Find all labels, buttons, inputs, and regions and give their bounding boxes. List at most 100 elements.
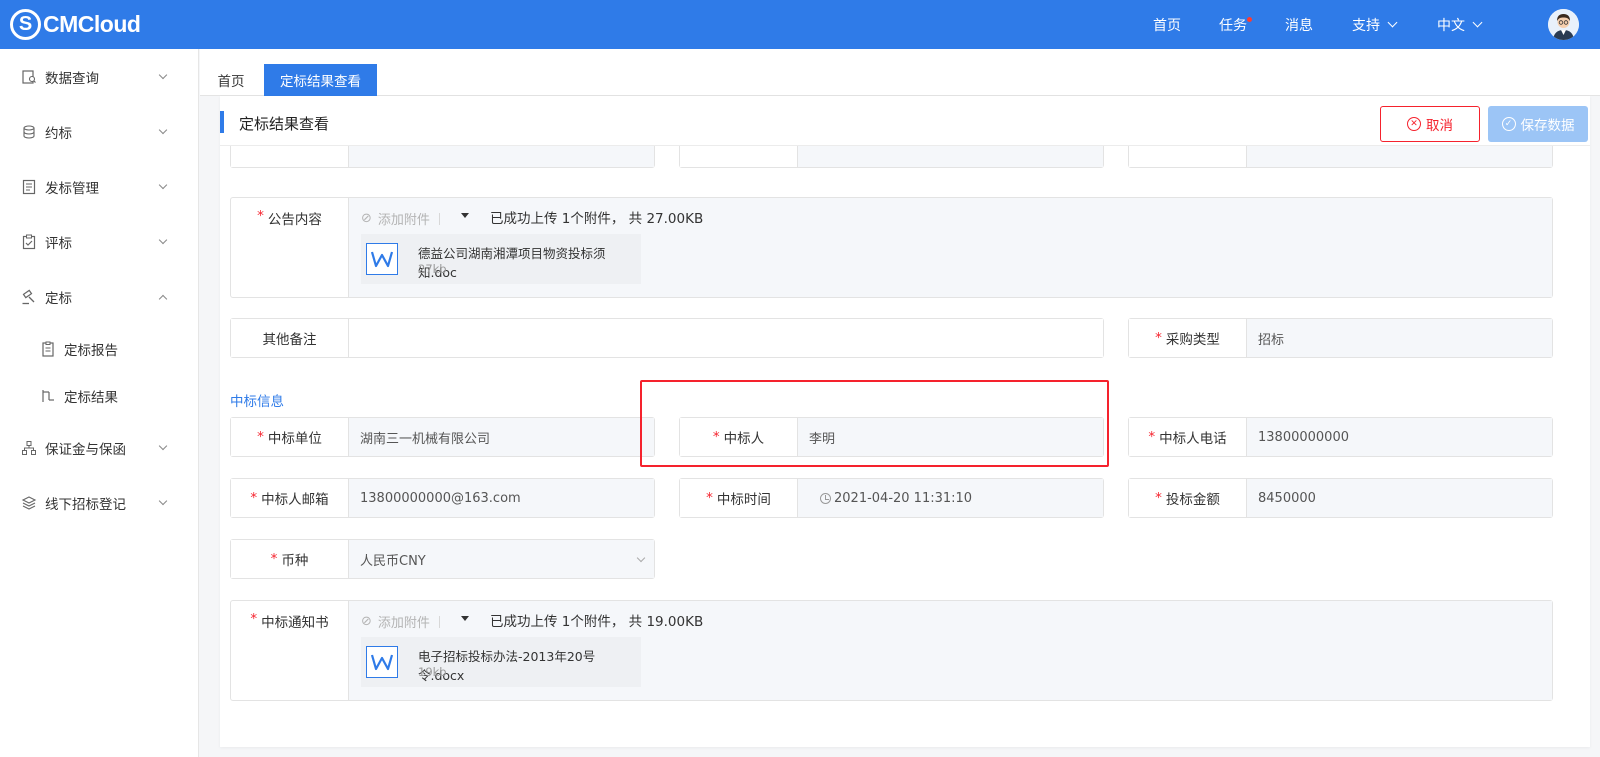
file-size: 27kb xyxy=(418,262,447,276)
currency-value: 人民币CNY xyxy=(360,553,426,569)
avatar[interactable] xyxy=(1548,9,1579,40)
sidebar: 数据查询 约标 发标管理 评标 定标 定标报告 定标结果 保证金与保函 线下招标… xyxy=(0,49,199,757)
sidebar-item-label: 约标 xyxy=(45,126,72,142)
main-content: 定标结果查看 ✕ 取消 ✓ 保存数据 * 公告内容 ⊘ 添加附件 已成功上传 1个… xyxy=(220,96,1590,747)
sidebar-item-label: 定标报告 xyxy=(64,343,118,359)
tab-bar: 首页 定标结果查看 xyxy=(200,49,1600,96)
winner-value: 李明 xyxy=(798,418,1103,456)
announcement-field: * 公告内容 ⊘ 添加附件 已成功上传 1个附件， 共 27.00KB 德益公司湖… xyxy=(230,197,1553,298)
win-time-field: * 中标时间 2021-04-20 11:31:10 xyxy=(679,478,1104,518)
org-chart-icon xyxy=(22,441,36,455)
winner-field: * 中标人 李明 xyxy=(679,417,1104,457)
other-notes-field: 其他备注 xyxy=(230,318,1104,358)
nav-tasks[interactable]: 任务 xyxy=(1219,0,1252,49)
add-attachment-label: 添加附件 xyxy=(377,616,430,631)
nav-support-label: 支持 xyxy=(1352,17,1380,34)
sidebar-item-evaluation[interactable]: 评标 xyxy=(0,222,199,262)
winner-email-field: * 中标人邮箱 13800000000@163.com xyxy=(230,478,655,518)
winner-phone-value: 13800000000 xyxy=(1247,418,1552,456)
upload-info: 已成功上传 1个附件， 共 19.00KB xyxy=(490,614,704,630)
sidebar-item-offline-registration[interactable]: 线下招标登记 xyxy=(0,483,199,523)
winning-unit-label: 中标单位 xyxy=(267,431,322,447)
caret-down-icon[interactable] xyxy=(461,213,469,218)
winner-phone-label: 中标人电话 xyxy=(1159,431,1227,447)
language-select[interactable]: 中文 xyxy=(1437,0,1483,49)
currency-select[interactable]: 人民币CNY xyxy=(349,540,654,578)
clipboard-check-icon xyxy=(22,234,36,250)
tab-award-result-view[interactable]: 定标结果查看 xyxy=(264,64,377,96)
chevron-down-icon xyxy=(158,180,168,190)
chevron-down-icon xyxy=(158,496,168,506)
currency-field: * 币种 人民币CNY xyxy=(230,539,655,579)
win-time-label: 中标时间 xyxy=(716,492,771,508)
chevron-down-icon xyxy=(1472,17,1483,28)
paperclip-icon: ⊘ xyxy=(361,211,372,226)
word-doc-icon xyxy=(366,243,398,275)
chevron-down-icon xyxy=(158,125,168,135)
other-notes-input[interactable] xyxy=(349,319,1103,357)
purchase-type-value: 招标 xyxy=(1247,319,1552,357)
file-name: 电子招标投标办法-2013年20号令.docx xyxy=(418,649,596,683)
sidebar-item-award[interactable]: 定标 xyxy=(0,277,199,317)
sidebar-item-award-report[interactable]: 定标报告 xyxy=(0,329,199,369)
clock-icon xyxy=(820,492,831,504)
win-time-value: 2021-04-20 11:31:10 xyxy=(834,490,973,506)
winning-unit-value: 湖南三一机械有限公司 xyxy=(349,418,654,456)
check-circle-icon: ✓ xyxy=(1501,117,1516,131)
attachment-file[interactable]: 德益公司湖南湘潭项目物资投标须知.doc 27kb xyxy=(361,234,641,284)
sidebar-item-data-query[interactable]: 数据查询 xyxy=(0,57,199,97)
sidebar-item-label: 定标结果 xyxy=(64,390,118,406)
nav-tasks-label: 任务 xyxy=(1219,17,1247,34)
cancel-button[interactable]: ✕ 取消 xyxy=(1380,106,1480,142)
gavel-icon xyxy=(22,289,35,305)
logo[interactable]: S CMCloud xyxy=(10,9,141,40)
nav-messages[interactable]: 消息 xyxy=(1285,0,1313,49)
user-avatar-icon xyxy=(1548,9,1579,40)
purchase-type-label: 采购类型 xyxy=(1165,332,1220,348)
add-attachment-button[interactable]: ⊘ 添加附件 xyxy=(361,209,440,228)
sidebar-item-deposit-guarantee[interactable]: 保证金与保函 xyxy=(0,428,199,468)
close-circle-icon: ✕ xyxy=(1407,117,1421,131)
paperclip-icon: ⊘ xyxy=(361,614,372,629)
purchase-type-field: * 采购类型 招标 xyxy=(1128,318,1553,358)
title-accent-bar xyxy=(220,111,224,133)
notification-dot xyxy=(1247,17,1252,22)
winning-unit-field: * 中标单位 湖南三一机械有限公司 xyxy=(230,417,655,457)
sidebar-item-label: 定标 xyxy=(45,291,72,307)
winner-label: 中标人 xyxy=(723,431,765,447)
file-name: 德益公司湖南湘潭项目物资投标须知.doc xyxy=(418,246,606,280)
sidebar-item-invite-bid[interactable]: 约标 xyxy=(0,112,199,152)
chevron-down-icon xyxy=(158,70,168,80)
winner-email-label: 中标人邮箱 xyxy=(261,492,329,508)
logo-mark: S xyxy=(10,9,41,40)
page-title: 定标结果查看 xyxy=(239,115,330,133)
coins-icon xyxy=(23,125,35,139)
save-label: 保存数据 xyxy=(1520,118,1575,134)
nav-home[interactable]: 首页 xyxy=(1153,0,1181,49)
top-navbar: S CMCloud 首页 任务 消息 支持 中文 xyxy=(0,0,1600,49)
sidebar-item-award-result[interactable]: 定标结果 xyxy=(0,376,199,416)
sidebar-item-label: 线下招标登记 xyxy=(45,497,126,513)
chevron-down-icon xyxy=(1387,17,1398,28)
sidebar-item-label: 数据查询 xyxy=(45,71,99,87)
award-notice-field: * 中标通知书 ⊘ 添加附件 已成功上传 1个附件， 共 19.00KB 电子招标… xyxy=(230,600,1553,701)
layers-icon xyxy=(21,496,37,510)
add-attachment-label: 添加附件 xyxy=(377,213,430,228)
chevron-up-icon xyxy=(158,294,168,304)
caret-down-icon[interactable] xyxy=(461,616,469,621)
chevron-down-icon xyxy=(158,235,168,245)
chevron-down-icon xyxy=(636,553,646,563)
attachment-file[interactable]: 电子招标投标办法-2013年20号令.docx 19kb xyxy=(361,637,641,687)
add-attachment-button[interactable]: ⊘ 添加附件 xyxy=(361,612,440,631)
word-doc-icon xyxy=(366,646,398,678)
sidebar-item-bid-management[interactable]: 发标管理 xyxy=(0,167,199,207)
page-header: 定标结果查看 ✕ 取消 ✓ 保存数据 xyxy=(220,96,1590,146)
save-button[interactable]: ✓ 保存数据 xyxy=(1488,106,1588,142)
winner-phone-field: * 中标人电话 13800000000 xyxy=(1128,417,1553,457)
file-size: 19kb xyxy=(418,665,447,679)
language-label: 中文 xyxy=(1437,17,1465,34)
tab-home[interactable]: 首页 xyxy=(210,64,252,96)
nav-support[interactable]: 支持 xyxy=(1352,0,1398,49)
section-title-winner-info: 中标信息 xyxy=(230,394,284,410)
result-icon xyxy=(42,390,54,402)
